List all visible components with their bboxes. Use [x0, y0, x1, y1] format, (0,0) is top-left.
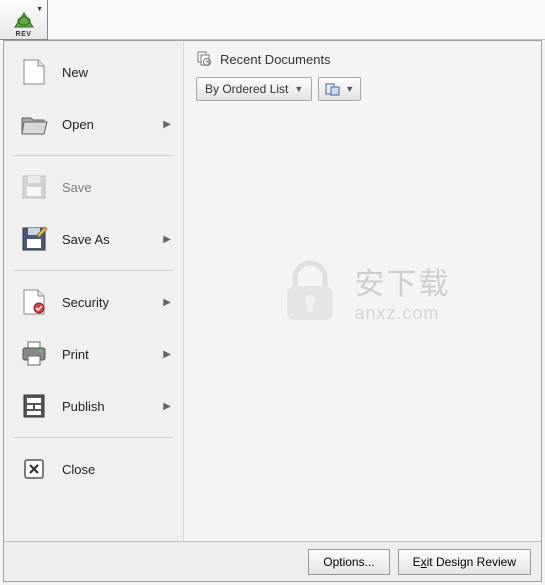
submenu-arrow-icon: ▶ — [163, 119, 171, 130]
watermark-lock-icon — [275, 256, 345, 326]
watermark-text-cn: 安下载 — [355, 259, 451, 303]
menu-item-label: Save — [62, 180, 171, 195]
app-rev-label: REV — [16, 31, 32, 38]
menu-left-pane: New Open ▶ — [4, 41, 184, 541]
menu-item-label: New — [62, 65, 171, 80]
menu-body: New Open ▶ — [4, 41, 541, 541]
submenu-arrow-icon: ▶ — [163, 234, 171, 245]
menu-item-new[interactable]: New — [8, 47, 179, 97]
recent-controls: By Ordered List ▼ ▼ — [196, 77, 529, 101]
recent-sort-label: By Ordered List — [205, 82, 288, 96]
menu-divider — [14, 437, 173, 438]
close-icon — [16, 454, 52, 484]
new-document-icon — [16, 57, 52, 87]
recent-documents-pane: Recent Documents By Ordered List ▼ ▼ — [184, 41, 541, 541]
menu-item-label: Close — [62, 462, 171, 477]
thumbnail-view-icon — [325, 82, 341, 96]
watermark-text-url: anxz.com — [355, 303, 451, 324]
menu-item-label: Save As — [62, 232, 163, 247]
menu-item-security[interactable]: Security ▶ — [8, 277, 179, 327]
recent-view-mode-button[interactable]: ▼ — [318, 77, 361, 101]
save-floppy-icon — [16, 172, 52, 202]
recent-documents-header: Recent Documents — [196, 51, 529, 67]
exit-button-label: Exit Design Review — [413, 555, 516, 569]
watermark: 安下载 anxz.com — [275, 256, 451, 326]
app-logo-icon — [11, 9, 37, 31]
submenu-arrow-icon: ▶ — [163, 349, 171, 360]
menu-item-publish[interactable]: Publish ▶ — [8, 381, 179, 431]
menu-item-print[interactable]: Print ▶ — [8, 329, 179, 379]
menu-item-open[interactable]: Open ▶ — [8, 99, 179, 149]
dropdown-caret-icon: ▼ — [345, 84, 354, 94]
menu-item-label: Open — [62, 117, 163, 132]
menu-item-label: Security — [62, 295, 163, 310]
menu-item-close[interactable]: Close — [8, 444, 179, 494]
dropdown-caret-icon: ▼ — [36, 6, 43, 13]
recent-documents-title: Recent Documents — [220, 52, 331, 67]
save-as-icon — [16, 224, 52, 254]
recent-documents-icon — [196, 51, 212, 67]
submenu-arrow-icon: ▶ — [163, 401, 171, 412]
menu-item-label: Publish — [62, 399, 163, 414]
menu-divider — [14, 155, 173, 156]
submenu-arrow-icon: ▶ — [163, 297, 171, 308]
application-menu-button[interactable]: ▼ REV — [0, 0, 48, 40]
menu-footer: Options... Exit Design Review — [4, 541, 541, 581]
menu-divider — [14, 270, 173, 271]
options-button[interactable]: Options... — [308, 549, 389, 575]
recent-sort-dropdown[interactable]: By Ordered List ▼ — [196, 77, 312, 101]
security-document-icon — [16, 287, 52, 317]
title-bar — [48, 0, 545, 40]
menu-item-save-as[interactable]: Save As ▶ — [8, 214, 179, 264]
dropdown-caret-icon: ▼ — [294, 84, 303, 94]
publish-icon — [16, 391, 52, 421]
print-icon — [16, 339, 52, 369]
menu-item-save: Save — [8, 162, 179, 212]
menu-item-label: Print — [62, 347, 163, 362]
exit-button[interactable]: Exit Design Review — [398, 549, 531, 575]
options-button-label: Options... — [323, 555, 374, 569]
open-folder-icon — [16, 109, 52, 139]
application-menu-panel: New Open ▶ — [3, 40, 542, 582]
